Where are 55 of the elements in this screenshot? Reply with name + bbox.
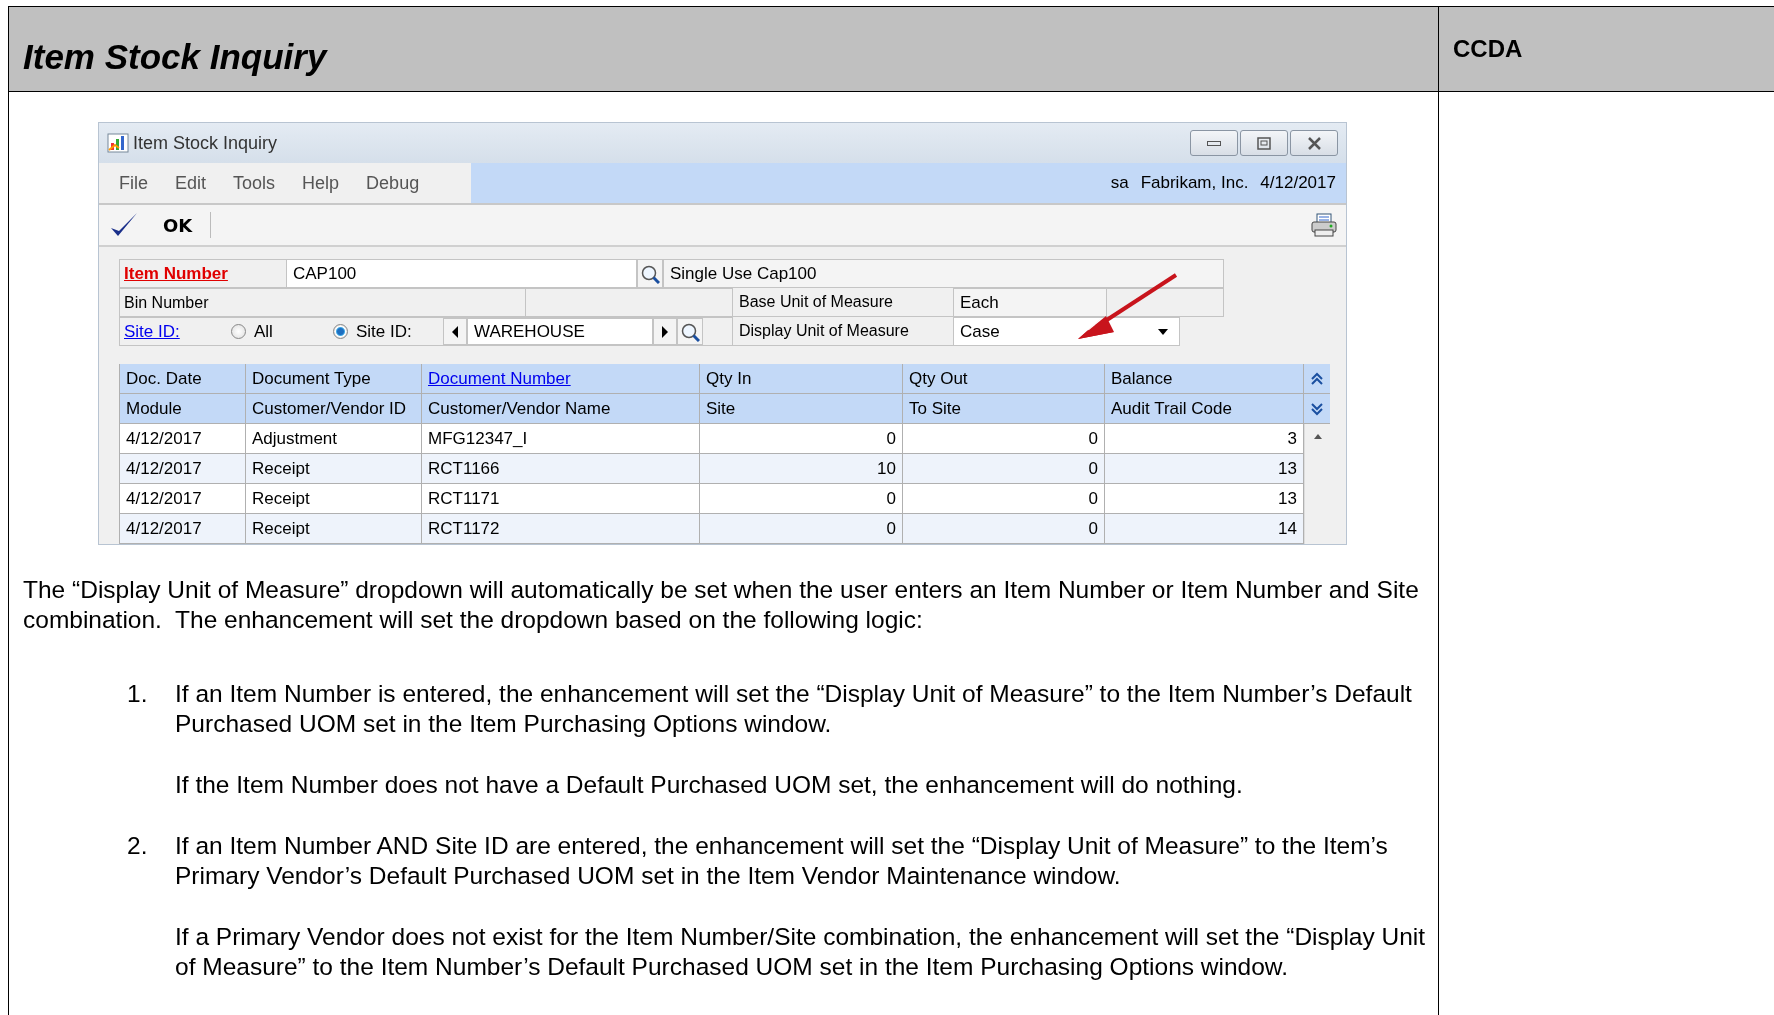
display-uom-dropdown[interactable]: Case: [953, 317, 1180, 346]
user-name: sa: [1110, 173, 1129, 193]
table-cell: Receipt: [246, 514, 422, 544]
close-button[interactable]: [1290, 130, 1338, 156]
intro-paragraph: The “Display Unit of Measure” dropdown will automatically be set when the user enters an Item Number or Item Number and Site combination. The enhancement will set the dropdown based on the following logic:: [23, 575, 1420, 635]
item-number-field[interactable]: CAP100: [286, 259, 637, 288]
company-name: Fabrikam, Inc.: [1140, 173, 1249, 193]
table-cell: RCT1172: [422, 514, 700, 544]
base-uom-field: Each: [953, 288, 1107, 317]
radio-button[interactable]: [231, 324, 246, 339]
list-paragraph: If a Primary Vendor does not exist for the Item Number/Site combination, the enhancement will set the “Display Unit of Measure” to the Item Number’s Default Purchased UOM set in the Item Purchasing Options window.: [175, 922, 1426, 982]
menu-item[interactable]: Debug: [366, 172, 420, 194]
site-id-field[interactable]: WAREHOUSE: [467, 318, 653, 345]
list-paragraph: If the Item Number does not have a Default Purchased UOM set, the enhancement will do nothing.: [175, 770, 1244, 800]
left-arrow-icon: [450, 324, 460, 339]
maximize-button[interactable]: [1240, 130, 1288, 156]
list-paragraph: If an Item Number AND Site ID are entered, the enhancement will set the “Display Unit of Measure” to the Item’s Primary Vendor’s Default Purchased UOM set in the Item Vendor Maintenance window.: [175, 831, 1389, 891]
ok-button[interactable]: OK: [107, 211, 205, 239]
section-label: CCDA: [1439, 7, 1774, 92]
app-icon: [107, 133, 129, 153]
table-cell: 4/12/2017: [120, 514, 246, 544]
printer-icon: [1310, 212, 1338, 238]
list-number: 1.: [127, 679, 149, 709]
table-cell: 0: [700, 514, 903, 544]
window-title: Item Stock Inquiry: [133, 132, 278, 154]
lookup-button[interactable]: [637, 259, 663, 288]
document-title: Item Stock Inquiry: [9, 7, 1439, 92]
right-arrow-icon: [660, 324, 670, 339]
radio-button[interactable]: [333, 324, 348, 339]
minimize-button[interactable]: [1190, 130, 1238, 156]
search-icon: [680, 321, 700, 342]
site-id-link[interactable]: Site ID:: [120, 321, 231, 342]
close-icon: [1307, 136, 1321, 150]
minimize-icon: [1207, 140, 1221, 146]
maximize-icon: [1257, 136, 1271, 150]
caret-icon: [1157, 327, 1169, 336]
list-number: 2.: [127, 831, 149, 861]
menu-item[interactable]: Help: [302, 172, 340, 194]
next-button[interactable]: [653, 318, 677, 345]
list-paragraph: If an Item Number is entered, the enhancement will set the “Display Unit of Measure” to the Item Number’s Default Purchased UOM set in the Item Purchasing Options window.: [175, 679, 1413, 739]
table-cell: 0: [903, 514, 1105, 544]
radio-option[interactable]: Site ID:: [333, 318, 443, 345]
menu-item[interactable]: Tools: [233, 172, 276, 194]
print-button[interactable]: [1310, 212, 1338, 238]
menu-item[interactable]: Edit: [175, 172, 207, 194]
item-description-field: Single Use Cap100: [663, 259, 1224, 288]
up-arrow-icon: [1312, 432, 1323, 440]
search-icon: [640, 263, 660, 284]
previous-button[interactable]: [443, 318, 467, 345]
double-chevron-up-icon: [1310, 371, 1324, 386]
user-date: 4/12/2017: [1260, 173, 1336, 193]
double-chevron-down-icon: [1310, 401, 1324, 416]
lookup-button[interactable]: [677, 318, 703, 345]
menu-item[interactable]: File: [119, 172, 148, 194]
radio-option[interactable]: All: [231, 318, 333, 345]
